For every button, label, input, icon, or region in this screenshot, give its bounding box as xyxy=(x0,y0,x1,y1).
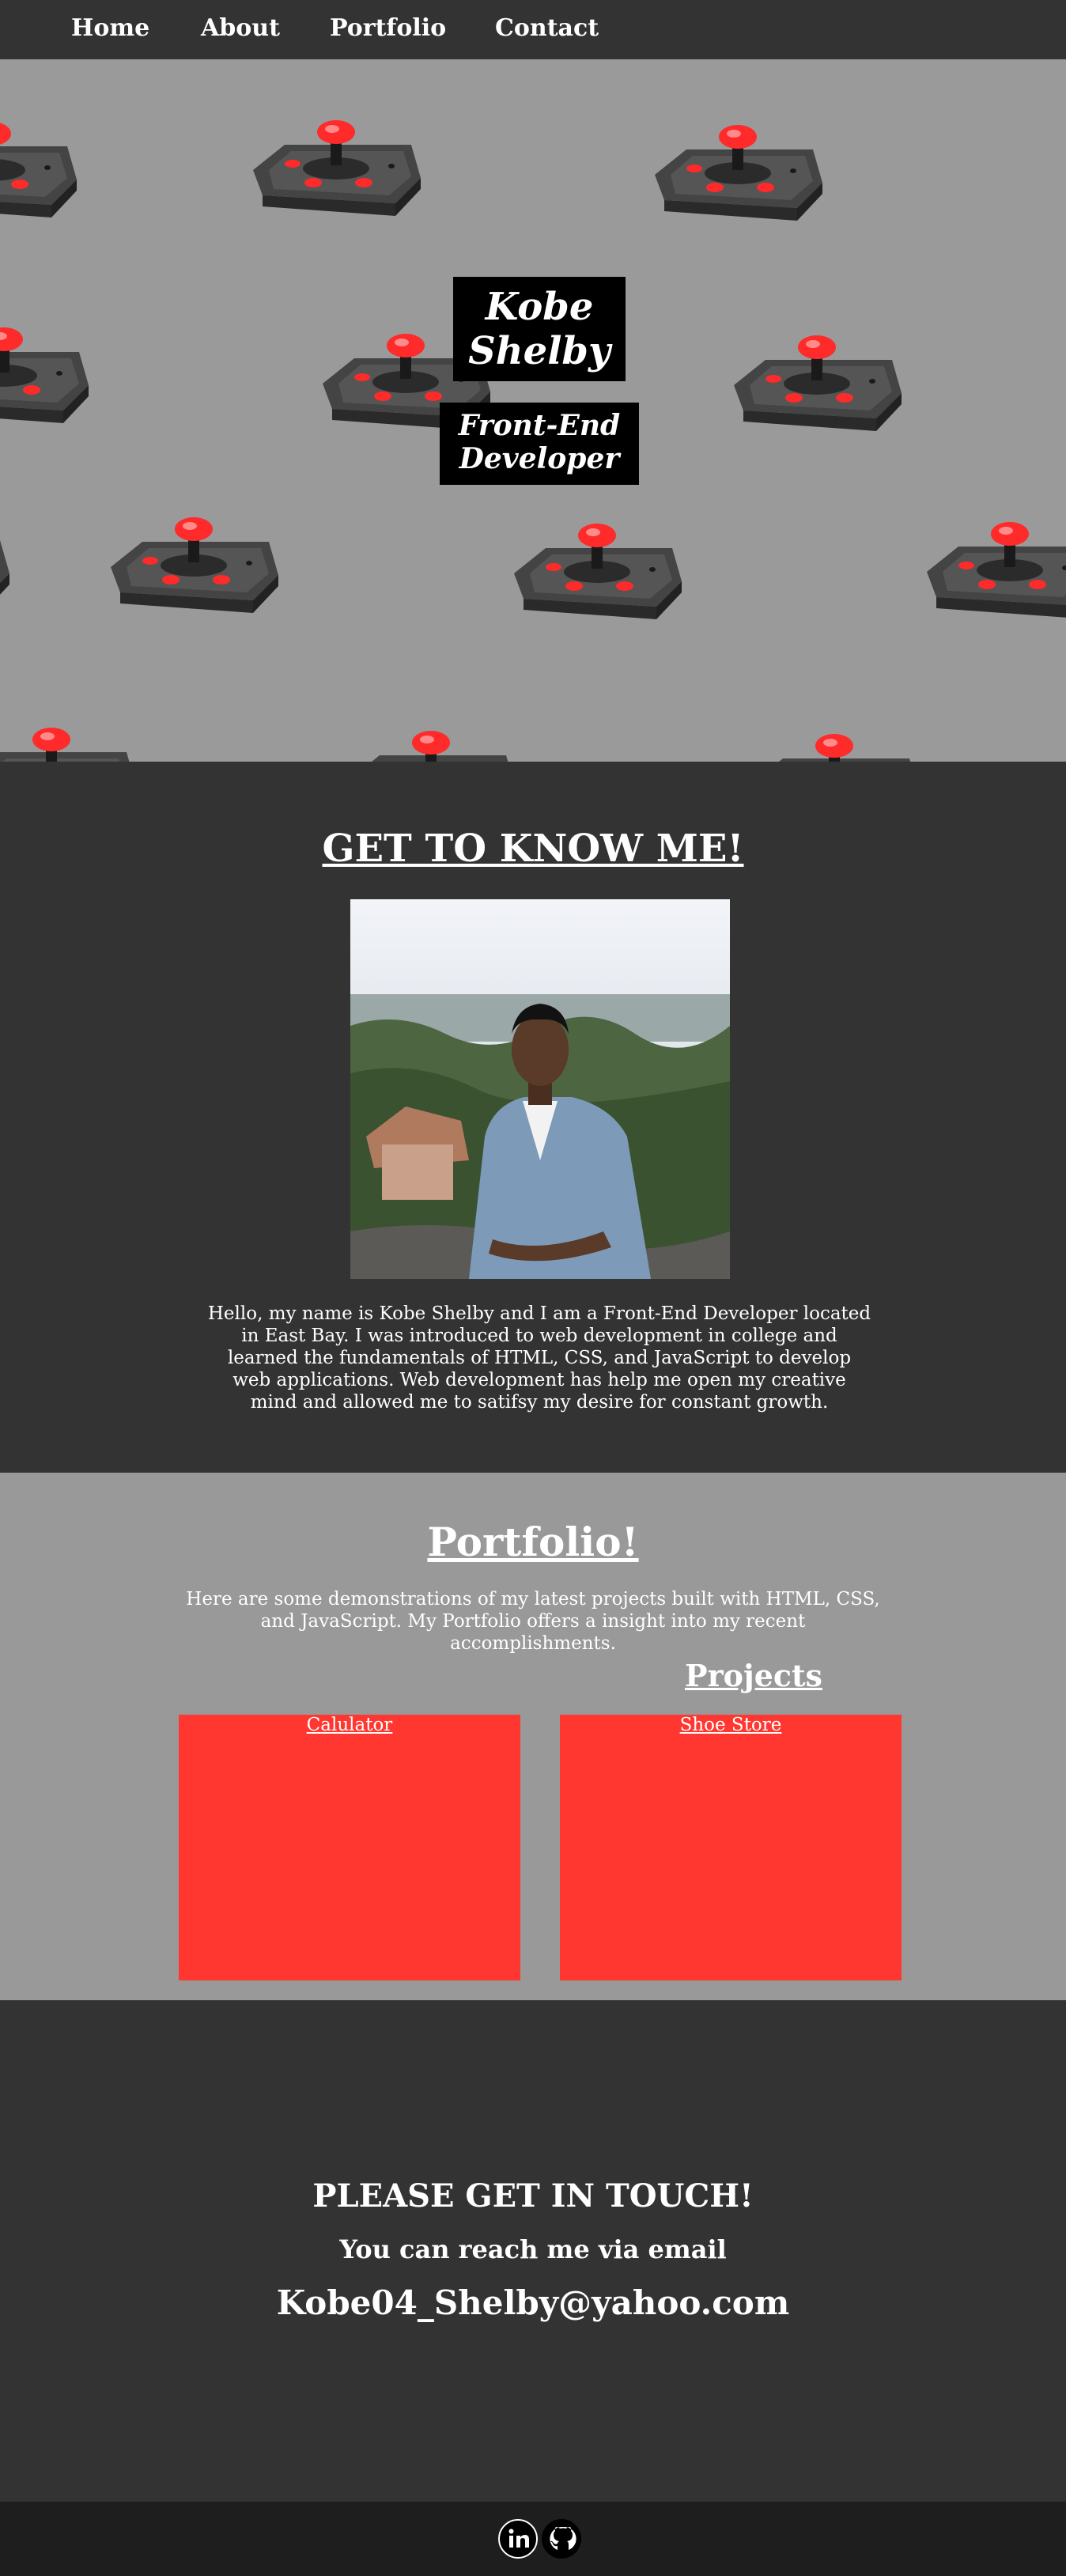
nav-contact-link[interactable]: Contact xyxy=(495,14,599,42)
portfolio-heading: Portfolio! xyxy=(427,1519,639,1565)
top-nav: Home About Portfolio Contact xyxy=(0,0,1066,59)
contact-section: PLEASE GET IN TOUCH! You can reach me vi… xyxy=(0,2000,1066,2502)
about-section: GET TO KNOW ME! Hello, my name is Kobe S… xyxy=(0,762,1066,1473)
hero-role-line1: Front-End xyxy=(458,409,621,442)
contact-email[interactable]: Kobe04_Shelby@yahoo.com xyxy=(0,2283,1066,2322)
portfolio-section: Portfolio! Here are some demonstrations … xyxy=(0,1473,1066,2000)
nav-portfolio-link[interactable]: Portfolio xyxy=(330,14,446,42)
nav-about-link[interactable]: About xyxy=(201,14,280,42)
contact-heading: PLEASE GET IN TOUCH! xyxy=(312,2177,754,2215)
hero-name-line2: Shelby xyxy=(468,329,610,373)
projects-heading: Projects xyxy=(685,1658,822,1693)
nav-home-link[interactable]: Home xyxy=(71,14,149,42)
project-card[interactable]: Calulator xyxy=(179,1715,520,1980)
github-icon[interactable] xyxy=(542,2519,581,2559)
hero-role-box: Front-End Developer xyxy=(440,403,639,485)
about-heading: GET TO KNOW ME! xyxy=(322,827,744,871)
profile-photo xyxy=(350,899,730,1279)
project-link-calculator[interactable]: Calulator xyxy=(179,1715,520,1735)
hero-section: Kobe Shelby Front-End Developer xyxy=(0,59,1066,762)
hero-name-box: Kobe Shelby xyxy=(453,277,626,381)
footer xyxy=(0,2502,1066,2576)
portfolio-intro: Here are some demonstrations of my lates… xyxy=(186,1589,880,1654)
about-bio: Hello, my name is Kobe Shelby and I am a… xyxy=(207,1303,871,1413)
linkedin-icon[interactable] xyxy=(498,2519,538,2559)
project-card[interactable]: Shoe Store xyxy=(560,1715,902,1980)
profile-photo-image xyxy=(350,899,730,1279)
project-link-shoe-store[interactable]: Shoe Store xyxy=(560,1715,902,1735)
contact-subheading: You can reach me via email xyxy=(339,2234,727,2264)
hero-role-line2: Developer xyxy=(459,442,620,475)
hero-name-line1: Kobe xyxy=(485,285,594,329)
